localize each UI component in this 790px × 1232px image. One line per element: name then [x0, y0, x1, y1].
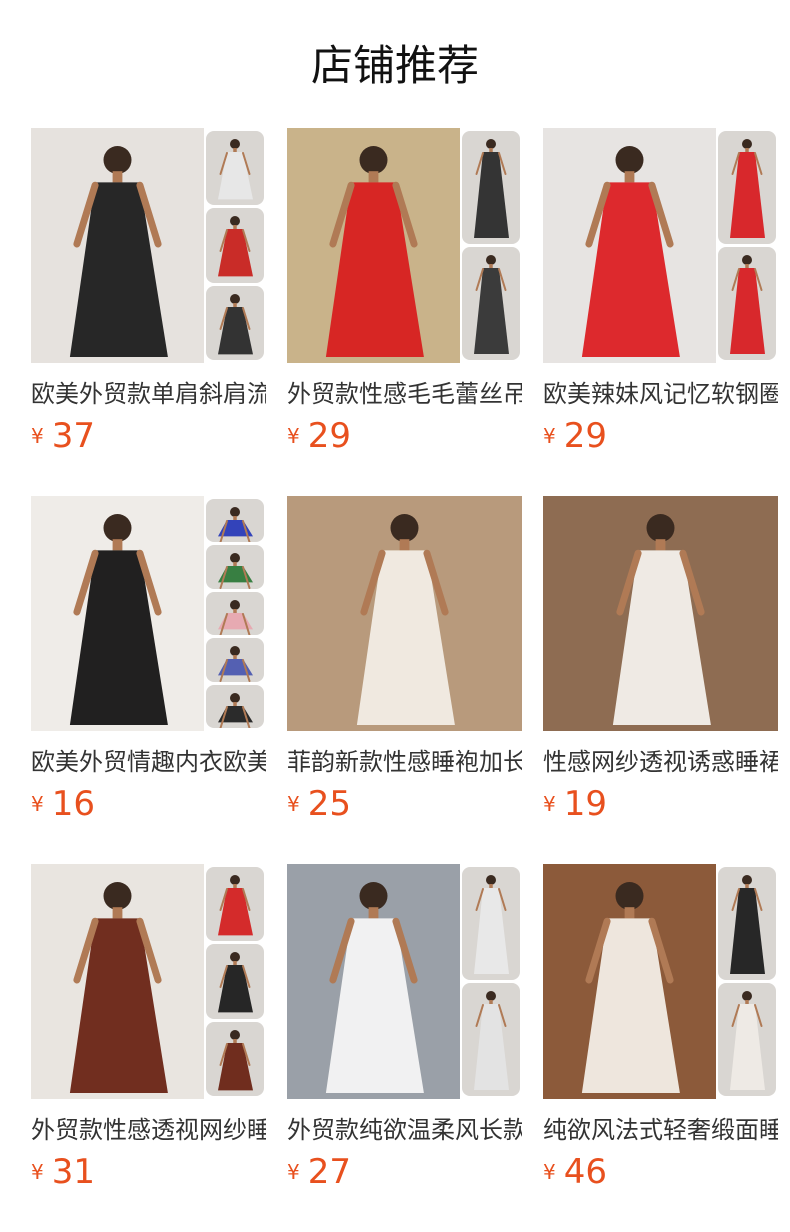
- product-card[interactable]: 外贸款性感透视网纱睡袍 ¥31: [31, 864, 266, 1192]
- product-photo-main: [543, 128, 716, 363]
- product-price: ¥19: [543, 784, 607, 824]
- product-variant-thumbnail: [462, 983, 520, 1096]
- product-photo-main: [543, 496, 778, 731]
- product-name[interactable]: 欧美外贸款单肩斜肩流苏亮片连衣裙: [31, 378, 266, 410]
- product-photo-main: [31, 128, 204, 363]
- currency-symbol: ¥: [543, 1160, 556, 1184]
- product-photo-strip: [204, 864, 266, 1099]
- product-variant-thumbnail: [718, 983, 776, 1096]
- product-card[interactable]: 外贸款性感毛毛蕾丝吊带睡裙 ¥29: [287, 128, 522, 456]
- product-variant-thumbnail: [718, 131, 776, 244]
- currency-symbol: ¥: [287, 792, 300, 816]
- product-image[interactable]: [543, 864, 778, 1099]
- product-name[interactable]: 菲韵新款性感睡袍加长款: [287, 746, 522, 778]
- product-variant-thumbnail: [718, 867, 776, 980]
- product-price: ¥31: [31, 1152, 95, 1192]
- product-variant-thumbnail: [206, 591, 264, 636]
- currency-symbol: ¥: [31, 424, 44, 448]
- product-variant-thumbnail: [206, 285, 264, 360]
- currency-symbol: ¥: [31, 792, 44, 816]
- product-photo-strip: [460, 128, 522, 363]
- currency-symbol: ¥: [287, 1160, 300, 1184]
- product-photo-main: [31, 496, 204, 731]
- product-card[interactable]: 欧美外贸情趣内衣欧美吊带裙 ¥16: [31, 496, 266, 824]
- currency-symbol: ¥: [543, 792, 556, 816]
- price-value: 31: [51, 1152, 95, 1192]
- product-variant-thumbnail: [206, 638, 264, 682]
- product-card[interactable]: 性感网纱透视诱惑睡裙 ¥19: [543, 496, 778, 824]
- price-value: 37: [51, 416, 95, 456]
- product-photo-strip: [204, 496, 266, 731]
- product-variant-thumbnail: [206, 867, 264, 942]
- product-card[interactable]: 外贸款纯欲温柔风长款睡裙 ¥27: [287, 864, 522, 1192]
- product-photo-main: [543, 864, 716, 1099]
- product-variant-thumbnail: [206, 499, 264, 543]
- product-name[interactable]: 外贸款性感毛毛蕾丝吊带睡裙: [287, 378, 522, 410]
- product-photo-strip: [716, 864, 778, 1099]
- product-price: ¥27: [287, 1152, 351, 1192]
- product-card[interactable]: 欧美外贸款单肩斜肩流苏亮片连衣裙 ¥37: [31, 128, 266, 456]
- price-value: 25: [307, 784, 351, 824]
- product-name[interactable]: 欧美外贸情趣内衣欧美吊带裙: [31, 746, 266, 778]
- product-variant-thumbnail: [206, 131, 264, 206]
- product-image[interactable]: [31, 864, 266, 1099]
- product-variant-thumbnail: [206, 545, 264, 589]
- price-value: 29: [563, 416, 607, 456]
- product-price: ¥46: [543, 1152, 607, 1192]
- price-value: 29: [307, 416, 351, 456]
- product-image[interactable]: [287, 496, 522, 731]
- price-value: 16: [51, 784, 95, 824]
- product-variant-thumbnail: [718, 247, 776, 360]
- product-photo-main: [287, 864, 460, 1099]
- price-value: 19: [563, 784, 607, 824]
- product-image[interactable]: [543, 128, 778, 363]
- product-photo-main: [287, 128, 460, 363]
- product-price: ¥29: [287, 416, 351, 456]
- page-title: 店铺推荐: [310, 41, 479, 90]
- product-variant-thumbnail: [462, 131, 520, 244]
- product-name[interactable]: 纯欲风法式轻奢缎面睡裙: [543, 1114, 778, 1146]
- currency-symbol: ¥: [287, 424, 300, 448]
- product-card[interactable]: 纯欲风法式轻奢缎面睡裙 ¥46: [543, 864, 778, 1192]
- product-price: ¥29: [543, 416, 607, 456]
- product-name[interactable]: 欧美辣妹风记忆软钢圈吊带裙: [543, 378, 778, 410]
- product-photo-main: [287, 496, 522, 731]
- product-image[interactable]: [31, 128, 266, 363]
- product-image[interactable]: [31, 496, 266, 731]
- product-price: ¥16: [31, 784, 95, 824]
- product-variant-thumbnail: [462, 247, 520, 360]
- product-variant-thumbnail: [462, 867, 520, 980]
- product-image[interactable]: [287, 864, 522, 1099]
- product-price: ¥37: [31, 416, 95, 456]
- product-name[interactable]: 性感网纱透视诱惑睡裙: [543, 746, 778, 778]
- product-photo-main: [31, 864, 204, 1099]
- product-variant-thumbnail: [206, 684, 264, 728]
- product-photo-strip: [460, 864, 522, 1099]
- currency-symbol: ¥: [543, 424, 556, 448]
- product-variant-thumbnail: [206, 944, 264, 1019]
- product-image[interactable]: [543, 496, 778, 731]
- product-card[interactable]: 菲韵新款性感睡袍加长款 ¥25: [287, 496, 522, 824]
- product-photo-strip: [204, 128, 266, 363]
- product-image[interactable]: [287, 128, 522, 363]
- product-price: ¥25: [287, 784, 351, 824]
- price-value: 27: [307, 1152, 351, 1192]
- product-variant-thumbnail: [206, 1021, 264, 1096]
- product-name[interactable]: 外贸款纯欲温柔风长款睡裙: [287, 1114, 522, 1146]
- price-value: 46: [563, 1152, 607, 1192]
- currency-symbol: ¥: [31, 1160, 44, 1184]
- product-variant-thumbnail: [206, 208, 264, 283]
- product-name[interactable]: 外贸款性感透视网纱睡袍: [31, 1114, 266, 1146]
- product-photo-strip: [716, 128, 778, 363]
- product-card[interactable]: 欧美辣妹风记忆软钢圈吊带裙 ¥29: [543, 128, 778, 456]
